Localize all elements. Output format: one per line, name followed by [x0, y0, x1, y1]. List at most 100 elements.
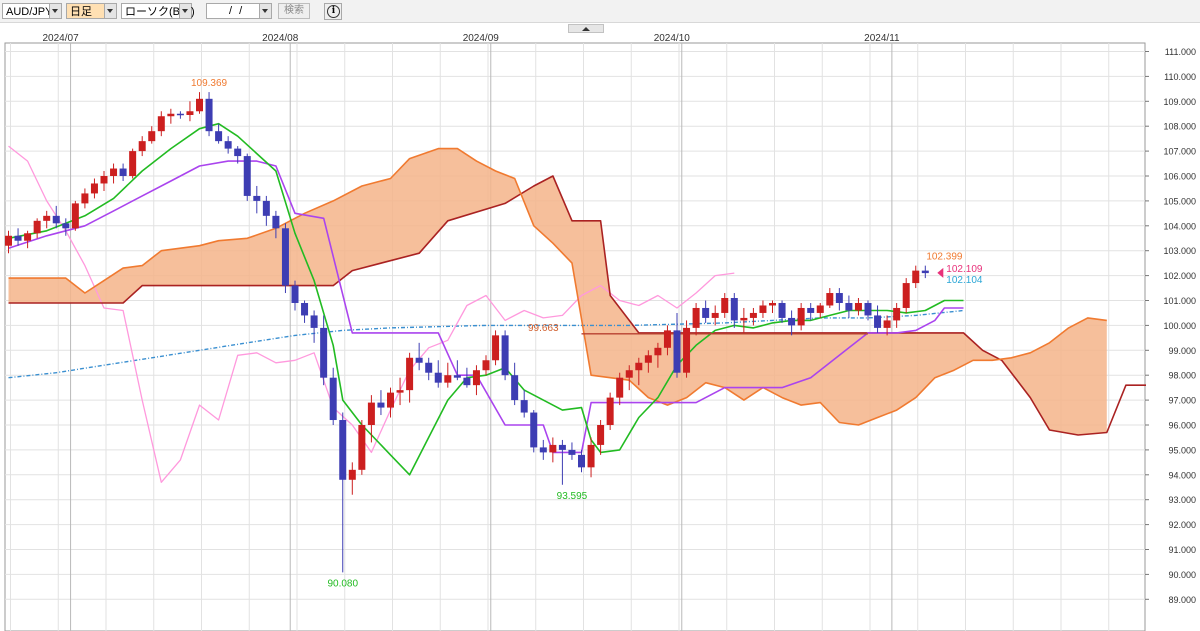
candle-body	[587, 444, 595, 468]
month-label: 2024/11	[864, 33, 900, 44]
candle-body	[320, 327, 328, 378]
candle-body	[921, 270, 929, 274]
candle-body	[835, 293, 843, 303]
candle-body	[749, 312, 757, 318]
candle-body	[272, 215, 280, 229]
candle-body	[597, 425, 605, 445]
price-annotation: 90.080	[327, 578, 358, 589]
candle-body	[329, 377, 337, 421]
candle-body	[453, 375, 461, 378]
candle-body	[492, 335, 500, 361]
y-tick-label: 93.000	[1168, 495, 1196, 505]
y-tick-label: 100.000	[1163, 321, 1196, 331]
y-tick-label: 89.000	[1168, 595, 1196, 605]
candle-body	[692, 307, 700, 328]
candle-body	[854, 302, 862, 311]
candle-body	[119, 168, 127, 176]
candle-body	[176, 113, 184, 116]
candle-body	[864, 302, 872, 316]
chevron-down-icon[interactable]	[49, 4, 61, 18]
candle-body	[291, 285, 299, 303]
candle-body	[511, 375, 519, 401]
candle-body	[81, 193, 89, 204]
candle-body	[348, 469, 356, 480]
candlestick-chart[interactable]: 2024/07 2024/08 2024/09 2024/10 2024/11 109.…	[0, 33, 1200, 631]
candle-body	[339, 420, 347, 480]
candle-body	[578, 454, 585, 468]
y-tick-label: 95.000	[1168, 445, 1196, 455]
candle-body	[358, 425, 366, 470]
price-axis: 111.000 110.000 109.000 108.000 107.000 106.0…	[1145, 43, 1200, 631]
candle-body	[90, 183, 98, 194]
candle-body	[816, 305, 824, 313]
candle-body	[224, 141, 232, 149]
chevron-down-icon[interactable]	[104, 4, 116, 18]
y-tick-label: 110.000	[1164, 72, 1196, 82]
candle-body	[148, 131, 156, 142]
candle-body	[568, 449, 576, 455]
candle-body	[310, 315, 318, 328]
candle-body	[549, 444, 557, 453]
y-tick-label: 107.000	[1163, 147, 1196, 157]
date-input[interactable]: / /	[206, 3, 272, 19]
y-tick-label: 108.000	[1163, 122, 1196, 132]
candle-body	[711, 312, 719, 318]
collapse-panel-button[interactable]	[568, 24, 604, 33]
candle-body	[759, 305, 767, 313]
candle-body	[625, 370, 633, 378]
current-bid-label: 102.109	[946, 264, 983, 275]
candle-body	[262, 200, 270, 216]
y-tick-label: 101.000	[1163, 296, 1196, 306]
y-tick-label: 104.000	[1163, 221, 1196, 231]
candle-body	[377, 402, 385, 408]
candle-body	[434, 372, 442, 383]
candle-body	[167, 113, 175, 117]
month-label: 2024/09	[463, 33, 500, 44]
candle-body	[62, 223, 70, 229]
candle-body	[663, 330, 671, 348]
y-tick-label: 103.000	[1163, 246, 1196, 256]
period-select[interactable]: 日足	[66, 3, 117, 19]
chevron-down-icon[interactable]	[179, 4, 191, 18]
candle-body	[129, 151, 137, 176]
calendar-dropdown-icon[interactable]	[259, 4, 271, 18]
candle-body	[883, 320, 891, 328]
candle-body	[558, 444, 566, 450]
symbol-select-value: AUD/JPY	[6, 6, 53, 18]
candle-body	[396, 390, 404, 393]
info-button[interactable]: i	[324, 3, 342, 20]
candle-body	[912, 270, 920, 284]
y-tick-label: 111.000	[1165, 47, 1196, 57]
y-tick-label: 91.000	[1168, 545, 1196, 555]
candle-body	[702, 307, 710, 318]
search-button[interactable]: 検索	[278, 3, 310, 19]
candle-body	[234, 148, 242, 157]
candle-body	[788, 317, 796, 326]
info-icon: i	[327, 5, 340, 18]
candle-body	[406, 357, 414, 391]
candle-body	[683, 327, 691, 373]
y-tick-label: 97.000	[1168, 396, 1196, 406]
candle-body	[100, 176, 108, 184]
candle-body	[654, 347, 662, 356]
candle-body	[387, 392, 394, 408]
toolbar: AUD/JPY 日足 ローソク(BID) / / 検索 i	[0, 0, 1200, 23]
y-tick-label: 102.000	[1163, 271, 1196, 281]
y-tick-label: 105.000	[1163, 196, 1196, 206]
y-tick-label: 90.000	[1168, 570, 1196, 580]
month-label: 2024/08	[262, 33, 299, 44]
symbol-select[interactable]: AUD/JPY	[2, 3, 62, 19]
candle-body	[367, 402, 375, 425]
price-annotation: 102.399	[926, 252, 963, 263]
candle-body	[415, 357, 423, 363]
candle-body	[635, 362, 643, 371]
candle-body	[730, 298, 738, 321]
candle-body	[807, 307, 815, 313]
candle-body	[33, 220, 41, 234]
candle-body	[186, 111, 194, 115]
price-line-label: 99.663	[528, 323, 559, 334]
candle-body	[243, 156, 251, 196]
chart-type-select[interactable]: ローソク(BID)	[121, 3, 195, 19]
candle-body	[539, 447, 547, 453]
candle-body	[138, 141, 146, 152]
